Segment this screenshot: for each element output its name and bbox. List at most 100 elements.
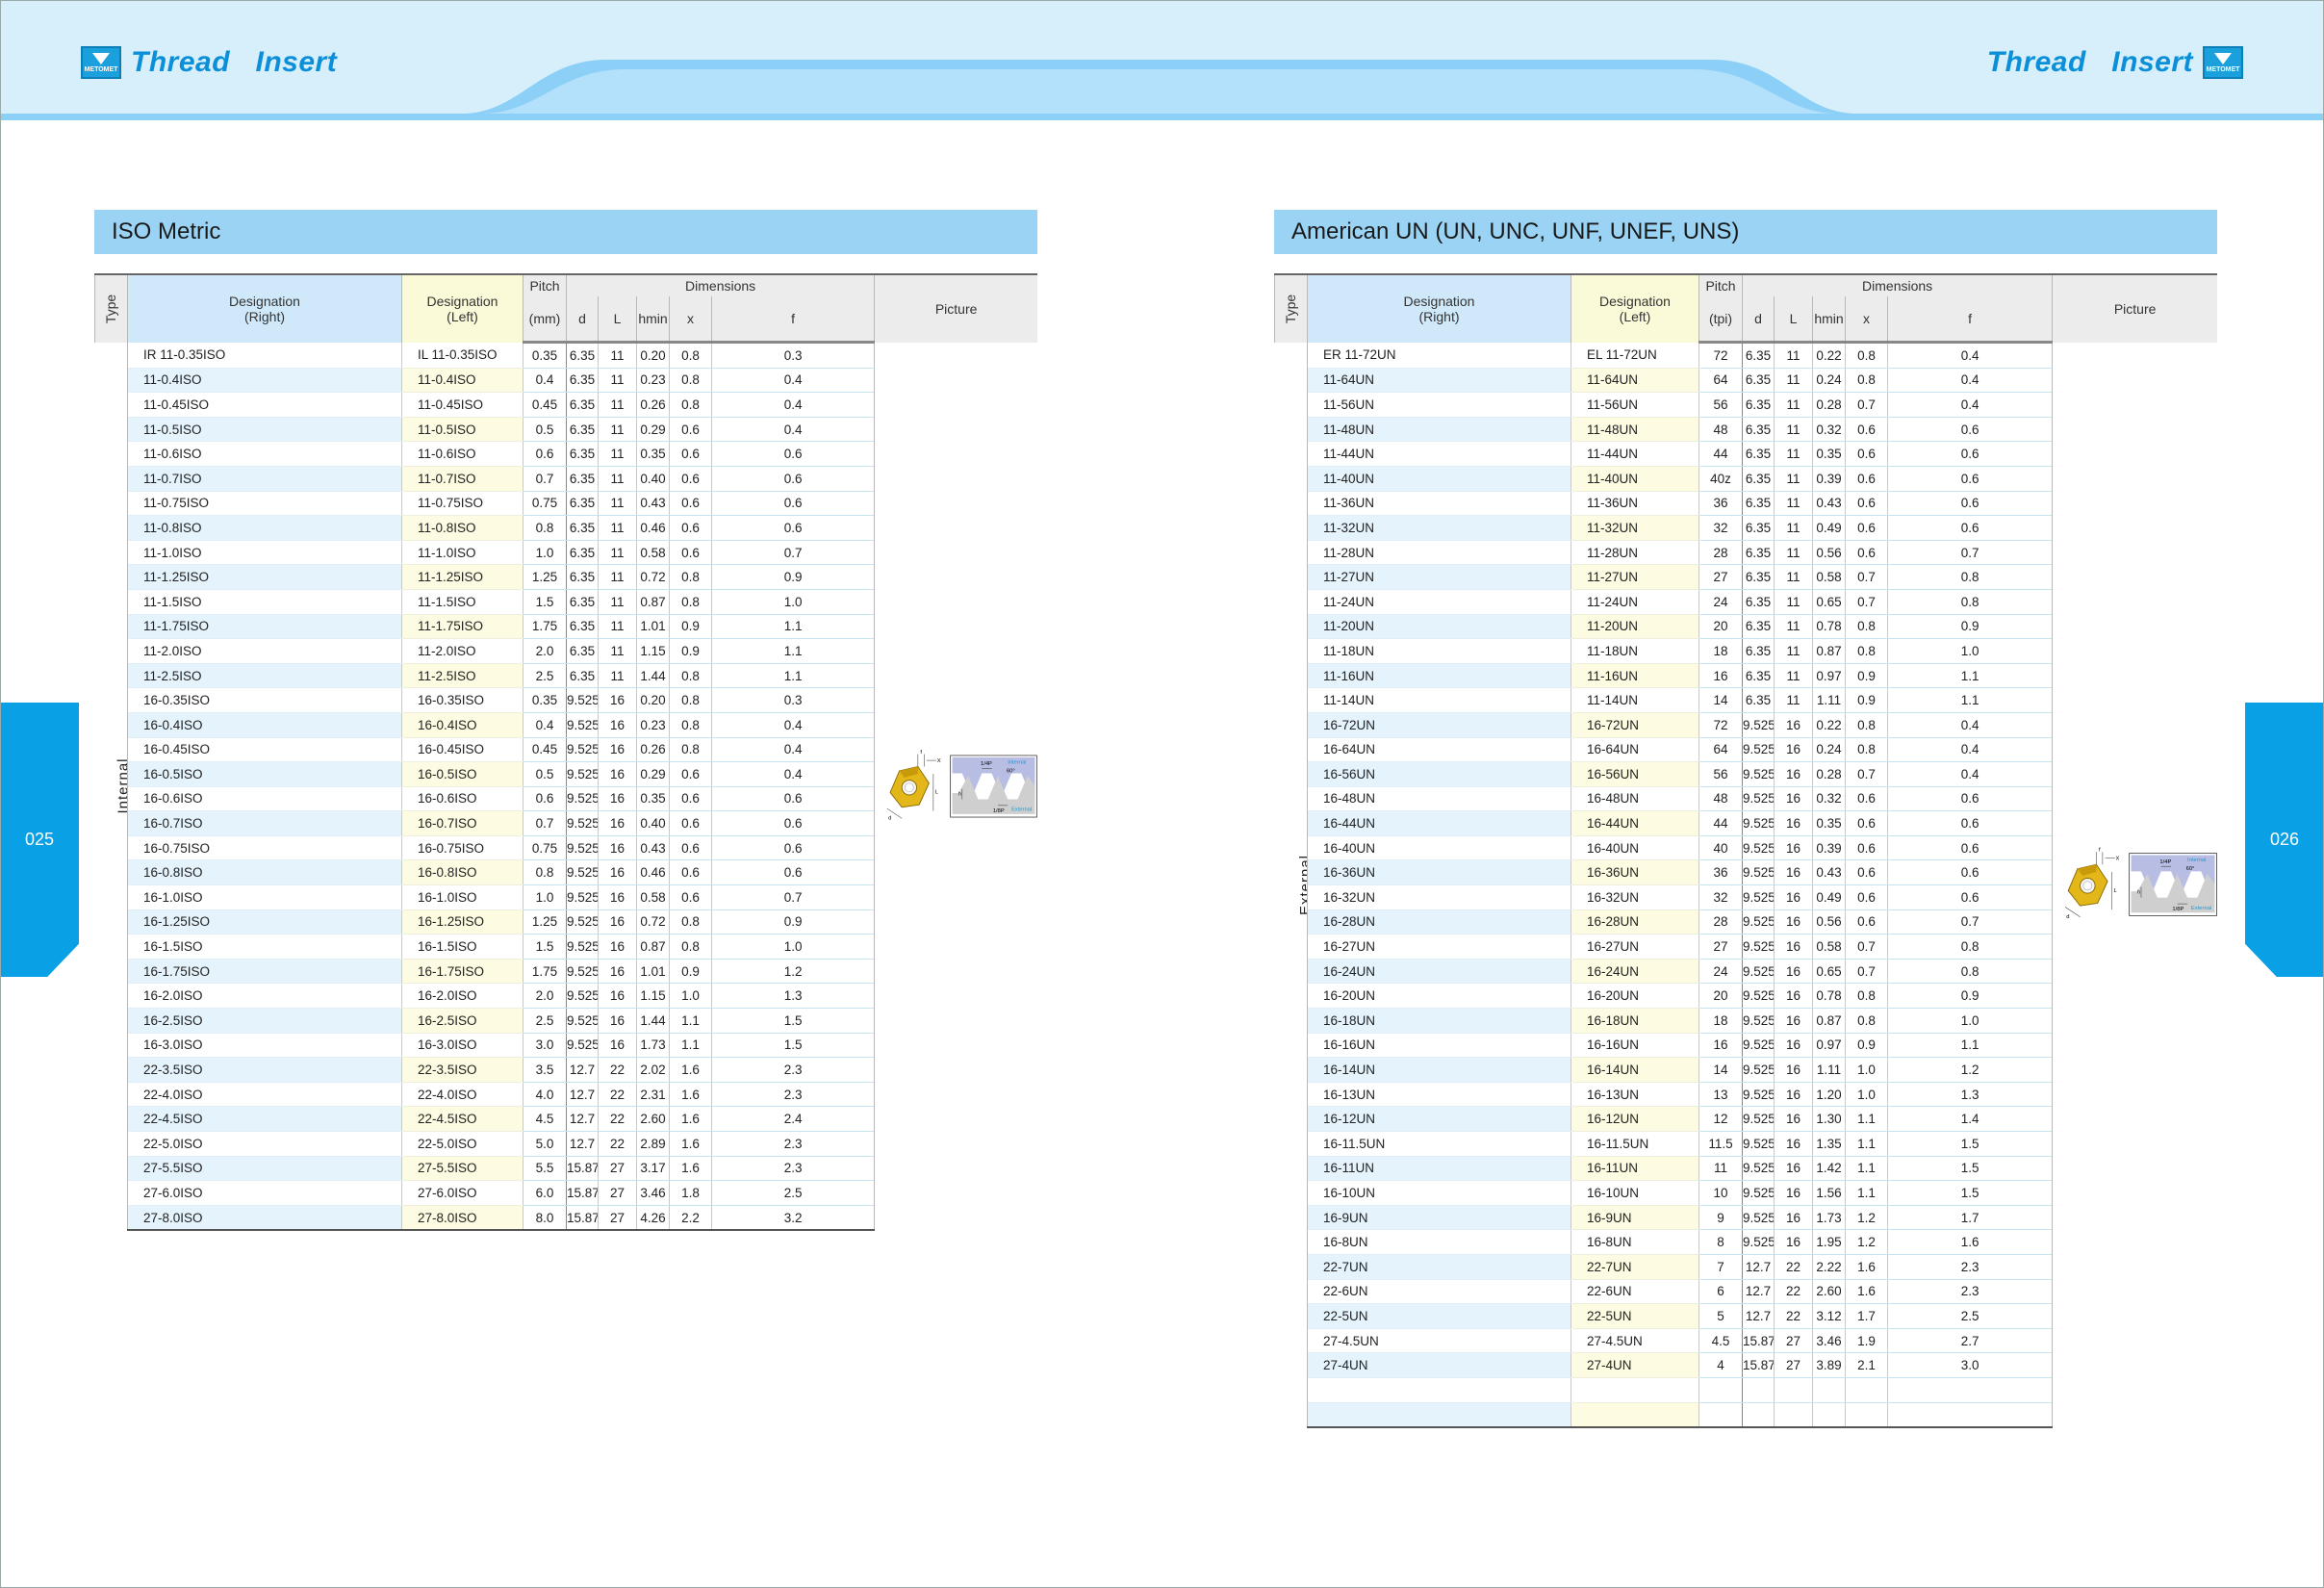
l-value: 11	[598, 540, 637, 566]
designation-left-header: Designation (Left)	[1571, 273, 1699, 343]
hmin-value: 0.24	[1812, 368, 1846, 394]
designation-right: 11-16UN	[1307, 663, 1571, 689]
designation-left: 11-0.4ISO	[401, 368, 524, 394]
designation-left: 11-14UN	[1571, 687, 1699, 713]
designation-right: 16-24UN	[1307, 959, 1571, 985]
x-value: 0.7	[1845, 589, 1888, 615]
l-value: 16	[1774, 1106, 1813, 1132]
hmin-value: 0.26	[636, 737, 670, 763]
brand-title-right: Thread Insert	[1986, 46, 2193, 78]
l-value: 11	[1774, 342, 1813, 369]
designation-right: 16-0.75ISO	[127, 835, 402, 861]
f-label: f	[921, 750, 923, 756]
designation-left: 11-0.75ISO	[401, 491, 524, 517]
pitch-value: 10	[1698, 1180, 1743, 1206]
designation-left: 11-2.5ISO	[401, 663, 524, 689]
designation-right: 16-72UN	[1307, 712, 1571, 738]
designation-right: 11-0.7ISO	[127, 466, 402, 492]
hmin-value: 0.72	[636, 564, 670, 590]
d-value: 6.35	[1742, 540, 1775, 566]
x-value: 0.6	[669, 810, 712, 836]
x-value: 1.6	[669, 1082, 712, 1108]
angle-label: 60°	[1007, 768, 1015, 774]
pitch-value: 44	[1698, 441, 1743, 467]
x-value: 0.6	[1845, 540, 1888, 566]
designation-right: 22-4.0ISO	[127, 1082, 402, 1108]
designation-left: 16-3.0ISO	[401, 1033, 524, 1059]
hmin-value: 0.23	[636, 712, 670, 738]
l-value: 16	[598, 687, 637, 713]
l-value: 16	[1774, 761, 1813, 787]
designation-right: 16-8UN	[1307, 1229, 1571, 1255]
hmin-value: 2.22	[1812, 1254, 1846, 1280]
f-value: 0.6	[1886, 810, 2053, 836]
pitch-value: 0.45	[523, 737, 567, 763]
designation-right: 16-11.5UN	[1307, 1131, 1571, 1157]
pitch-value: 11.5	[1698, 1131, 1743, 1157]
d-value: 12.7	[1742, 1279, 1775, 1305]
d-value: 6.35	[1742, 638, 1775, 664]
designation-left: 16-28UN	[1571, 909, 1699, 935]
dimensions-header: Dimensions	[565, 273, 875, 296]
hmin-value: 1.73	[1812, 1205, 1846, 1231]
hmin-value: 1.01	[636, 959, 670, 985]
designation-left: 16-36UN	[1571, 859, 1699, 886]
pitch-value: 64	[1698, 368, 1743, 394]
x-value	[1845, 1402, 1888, 1429]
designation-left: 11-56UN	[1571, 392, 1699, 418]
x-value: 0.9	[669, 638, 712, 664]
d-value: 9.525	[566, 1033, 599, 1059]
d-value: 9.525	[566, 687, 599, 713]
designation-right: 16-40UN	[1307, 835, 1571, 861]
x-value: 0.6	[669, 540, 712, 566]
designation-left-header: Designation (Left)	[401, 273, 524, 343]
l-value: 16	[598, 737, 637, 763]
d-value: 6.35	[1742, 392, 1775, 418]
hmin-value: 2.60	[1812, 1279, 1846, 1305]
f-value: 0.6	[710, 810, 875, 836]
l-value: 11	[598, 368, 637, 394]
d-value: 6.35	[1742, 663, 1775, 689]
f-value: 2.3	[710, 1057, 875, 1083]
hmin-value: 0.72	[636, 909, 670, 935]
designation-right: 22-3.5ISO	[127, 1057, 402, 1083]
d-value: 9.525	[566, 1008, 599, 1034]
designation-right: 16-0.6ISO	[127, 786, 402, 812]
f-value: 3.0	[1886, 1352, 2053, 1378]
company-logo: METOMET	[2203, 46, 2243, 79]
f-value: 1.0	[710, 934, 875, 960]
l-value: 11	[1774, 392, 1813, 418]
f-value: 1.6	[1886, 1229, 2053, 1255]
d-value: 6.35	[1742, 589, 1775, 615]
x-value: 0.8	[1845, 614, 1888, 640]
pitch-value: 24	[1698, 959, 1743, 985]
designation-left: 11-0.5ISO	[401, 417, 524, 443]
designation-left: 22-4.0ISO	[401, 1082, 524, 1108]
designation-left: 16-48UN	[1571, 786, 1699, 812]
l-value: 11	[1774, 663, 1813, 689]
designation-left: 16-10UN	[1571, 1180, 1699, 1206]
hmin-value: 0.97	[1812, 1033, 1846, 1059]
hmin-value: 1.20	[1812, 1082, 1846, 1108]
d-value: 6.35	[566, 441, 599, 467]
f-value: 0.6	[1886, 859, 2053, 886]
brand-right: Thread Insert METOMET	[1987, 46, 2243, 79]
l-value: 16	[1774, 1205, 1813, 1231]
pitch-value	[1698, 1377, 1743, 1403]
l-value: 16	[598, 786, 637, 812]
pitch-value: 18	[1698, 638, 1743, 664]
d-value: 9.525	[566, 859, 599, 886]
l-value: 16	[598, 884, 637, 910]
x-value: 1.9	[1845, 1328, 1888, 1354]
designation-right-header: Designation (Right)	[127, 273, 402, 343]
designation-left: 16-12UN	[1571, 1106, 1699, 1132]
pitch-value: 2.0	[523, 638, 567, 664]
l-value: 16	[598, 810, 637, 836]
pitch-value: 14	[1698, 687, 1743, 713]
f-value: 0.6	[710, 786, 875, 812]
f-value: 0.4	[710, 761, 875, 787]
x-value: 0.6	[669, 835, 712, 861]
designation-left: 11-36UN	[1571, 491, 1699, 517]
l-value: 16	[598, 959, 637, 985]
x-value: 0.8	[1845, 712, 1888, 738]
